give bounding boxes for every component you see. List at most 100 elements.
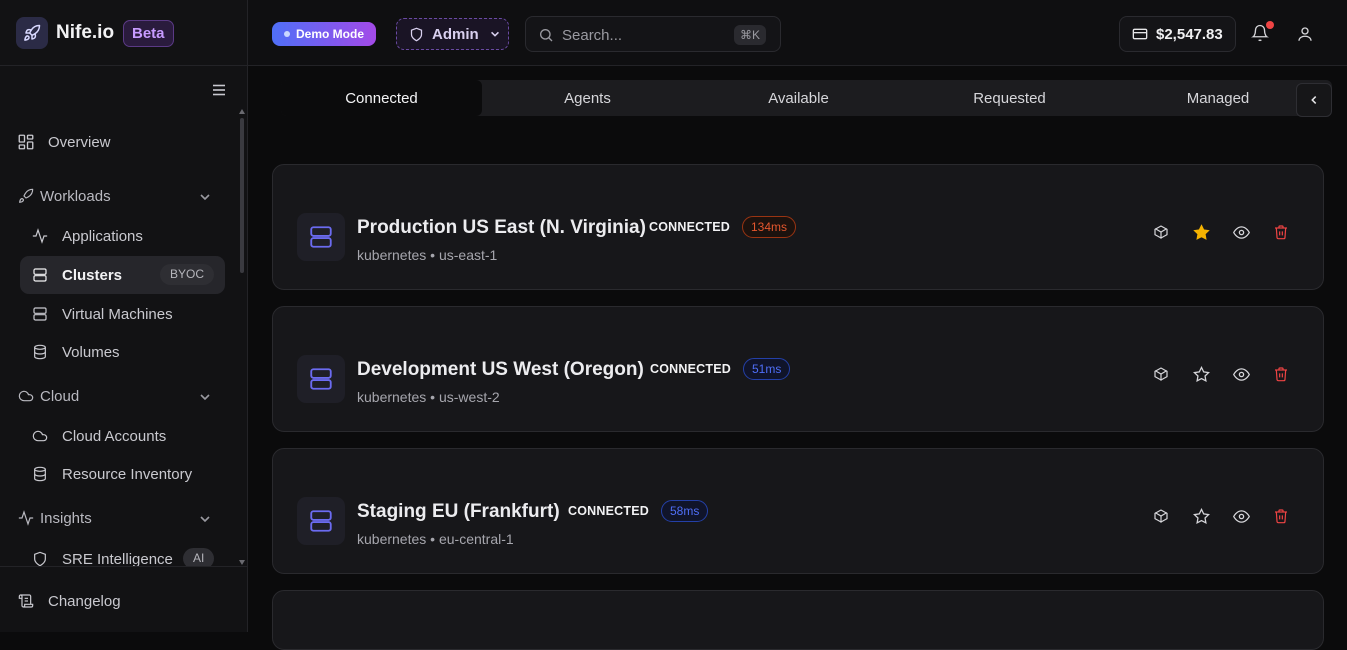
balance-button[interactable]: $2,547.83 xyxy=(1119,16,1236,52)
sidebar-section-label: Insights xyxy=(40,509,92,527)
trash-icon[interactable] xyxy=(1271,506,1291,526)
sidebar-item-virtual-machines[interactable]: Virtual Machines xyxy=(30,304,173,324)
sidebar-section-insights[interactable]: Insights xyxy=(16,508,92,528)
cluster-name: Production US East (N. Virginia) xyxy=(357,217,646,238)
star-filled-icon[interactable] xyxy=(1191,222,1211,242)
sidebar-item-label: Virtual Machines xyxy=(62,305,173,323)
cluster-region: us-west-2 xyxy=(438,389,500,405)
cloud-icon xyxy=(16,386,36,406)
cluster-meta: kubernetes • eu-central-1 xyxy=(357,531,514,547)
sidebar-item-label: SRE Intelligence xyxy=(62,550,173,567)
tab-managed[interactable]: Managed xyxy=(1115,80,1321,116)
server-icon xyxy=(297,355,345,403)
eye-icon[interactable] xyxy=(1231,364,1251,384)
cluster-meta: kubernetes • us-west-2 xyxy=(357,389,500,405)
sidebar-scroll-thumb[interactable] xyxy=(240,118,244,273)
sidebar-item-label: Clusters xyxy=(62,266,123,284)
search-input[interactable] xyxy=(562,25,722,45)
sidebar-footer: Changelog xyxy=(0,566,247,632)
sidebar-section-workloads[interactable]: Workloads xyxy=(16,186,111,206)
brand-header: Nife.io Beta xyxy=(0,0,247,66)
scroll-icon xyxy=(16,591,36,611)
tab-requested[interactable]: Requested xyxy=(904,80,1115,116)
sidebar-item-label: Overview xyxy=(48,133,111,151)
sidebar-item-overview[interactable]: Overview xyxy=(16,132,111,152)
card-actions xyxy=(1151,364,1291,384)
cluster-card-partial[interactable] xyxy=(272,590,1324,650)
notification-dot xyxy=(1266,21,1274,29)
sidebar: Nife.io Beta Overview Workloads Applicat… xyxy=(0,0,248,632)
database-icon xyxy=(30,342,50,362)
sidebar-item-resource-inventory[interactable]: Resource Inventory xyxy=(30,464,192,484)
cluster-meta: kubernetes • us-east-1 xyxy=(357,247,498,263)
dashboard-icon xyxy=(16,132,36,152)
user-icon[interactable] xyxy=(1296,25,1314,43)
server-icon xyxy=(297,497,345,545)
role-selector[interactable]: Admin xyxy=(396,18,509,50)
cloud-icon xyxy=(30,426,50,446)
rocket-logo-icon[interactable] xyxy=(16,17,48,49)
server-icon xyxy=(30,265,50,285)
sidebar-item-sre-intelligence[interactable]: SRE Intelligence xyxy=(30,549,173,566)
status-badge: CONNECTED xyxy=(650,362,731,376)
chevron-down-icon[interactable] xyxy=(198,512,212,526)
eye-icon[interactable] xyxy=(1231,506,1251,526)
activity-icon xyxy=(30,226,50,246)
database-icon xyxy=(30,464,50,484)
sidebar-item-clusters[interactable]: Clusters xyxy=(30,265,122,285)
rocket-icon xyxy=(16,186,36,206)
cluster-name: Development US West (Oregon) xyxy=(357,359,644,380)
search-box[interactable]: ⌘K xyxy=(525,16,781,52)
latency-badge: 134ms xyxy=(742,216,797,238)
status-badge: CONNECTED xyxy=(649,220,730,234)
cluster-type: kubernetes xyxy=(357,389,427,405)
cluster-region: eu-central-1 xyxy=(438,531,514,547)
sidebar-item-applications[interactable]: Applications xyxy=(30,226,143,246)
trash-icon[interactable] xyxy=(1271,364,1291,384)
shield-icon xyxy=(409,27,424,42)
trash-icon[interactable] xyxy=(1271,222,1291,242)
status-badge: CONNECTED xyxy=(568,504,649,518)
cluster-tabs: Connected Agents Available Requested Man… xyxy=(281,80,1332,117)
sidebar-item-label: Volumes xyxy=(62,343,120,361)
cluster-card[interactable]: Development US West (Oregon) CONNECTED 5… xyxy=(272,306,1324,432)
sidebar-item-changelog[interactable]: Changelog xyxy=(16,591,121,611)
eye-icon[interactable] xyxy=(1231,222,1251,242)
cluster-type: kubernetes xyxy=(357,531,427,547)
sidebar-item-volumes[interactable]: Volumes xyxy=(30,342,120,362)
package-icon[interactable] xyxy=(1151,364,1171,384)
byoc-badge: BYOC xyxy=(160,264,215,285)
server-icon xyxy=(297,213,345,261)
balance-amount: $2,547.83 xyxy=(1156,25,1223,43)
sidebar-section-cloud[interactable]: Cloud xyxy=(16,386,79,406)
tabs-scroll-left-button[interactable] xyxy=(1296,83,1332,117)
tab-connected[interactable]: Connected xyxy=(281,80,482,116)
sidebar-section-label: Workloads xyxy=(40,187,111,205)
search-icon xyxy=(538,27,554,43)
star-icon[interactable] xyxy=(1191,364,1211,384)
star-icon[interactable] xyxy=(1191,506,1211,526)
cluster-region: us-east-1 xyxy=(438,247,498,263)
chevron-left-icon xyxy=(1308,94,1320,106)
cluster-card[interactable]: Staging EU (Frankfurt) CONNECTED 58ms ku… xyxy=(272,448,1324,574)
shield-icon xyxy=(30,549,50,566)
cluster-type: kubernetes xyxy=(357,247,427,263)
cluster-name: Staging EU (Frankfurt) xyxy=(357,501,560,522)
chevron-down-icon[interactable] xyxy=(198,390,212,404)
latency-badge: 58ms xyxy=(661,500,709,522)
package-icon[interactable] xyxy=(1151,222,1171,242)
chevron-down-icon[interactable] xyxy=(198,190,212,204)
cluster-card[interactable]: Production US East (N. Virginia) CONNECT… xyxy=(272,164,1324,290)
card-actions xyxy=(1151,222,1291,242)
sidebar-item-cloud-accounts[interactable]: Cloud Accounts xyxy=(30,426,166,446)
menu-toggle-icon[interactable] xyxy=(211,82,227,98)
search-shortcut: ⌘K xyxy=(734,25,767,45)
package-icon[interactable] xyxy=(1151,506,1171,526)
tab-agents[interactable]: Agents xyxy=(482,80,693,116)
sidebar-nav: Overview Workloads Applications Clusters… xyxy=(0,110,236,566)
demo-mode-badge[interactable]: Demo Mode xyxy=(272,22,377,46)
activity-icon xyxy=(16,508,36,528)
tab-available[interactable]: Available xyxy=(693,80,904,116)
ai-badge: AI xyxy=(183,548,215,566)
role-label: Admin xyxy=(432,25,479,43)
